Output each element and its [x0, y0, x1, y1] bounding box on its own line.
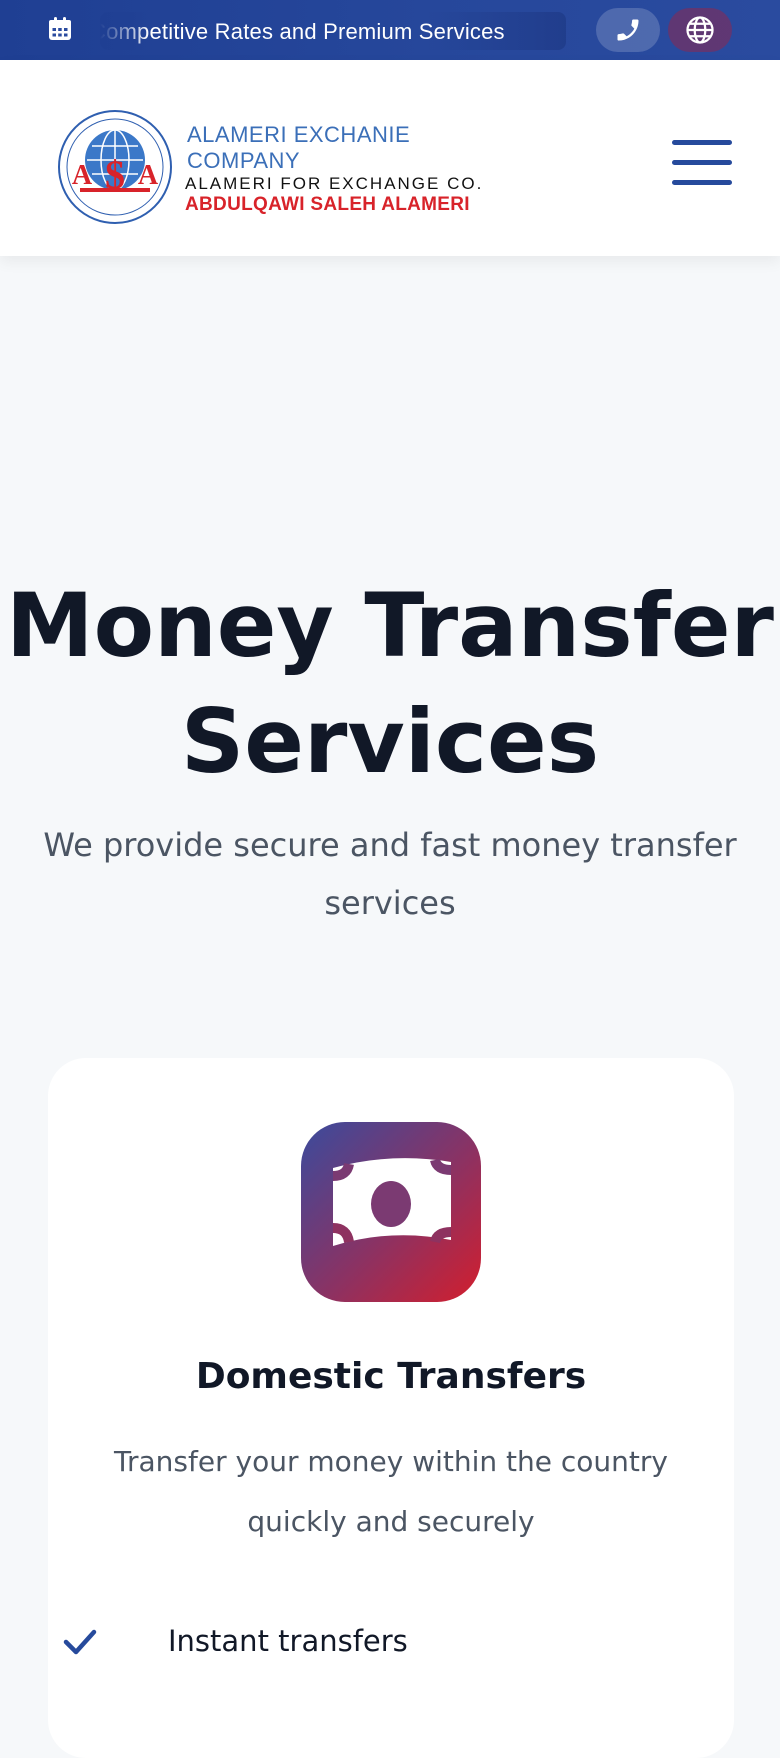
check-icon — [63, 1629, 97, 1655]
page-title: Money Transfer Services — [6, 574, 774, 793]
hamburger-menu-icon[interactable] — [670, 138, 734, 192]
banknote-icon — [332, 1158, 452, 1246]
phone-icon — [617, 19, 639, 41]
svg-text:A: A — [138, 160, 159, 191]
globe-icon — [686, 16, 714, 44]
logo-name-line3: ALAMERI FOR EXCHANGE CO. — [185, 174, 484, 193]
svg-text:A: A — [72, 160, 93, 191]
logo-name-line2: COMPANY — [187, 148, 301, 173]
banknote-icon-badge — [301, 1122, 481, 1302]
site-header: $ A A ALAMERI EXCHANIE COMPANY ALAMERI F… — [0, 60, 780, 256]
logo-name-line1: ALAMERI EXCHANIE — [187, 122, 411, 147]
feature-item: Instant transfers — [168, 1624, 408, 1658]
service-description: Transfer your money within the country q… — [114, 1445, 668, 1538]
calendar-icon — [49, 17, 71, 40]
company-logo-seal[interactable]: $ A A — [56, 108, 174, 226]
ticker-text: Competitive Rates and Premium Services — [100, 19, 505, 44]
page-subtitle: We provide secure and fast money transfe… — [43, 826, 737, 922]
logo-name-line4: ABDULQAWI SALEH ALAMERI — [185, 194, 470, 215]
ticker-fade — [100, 12, 150, 50]
phone-button[interactable] — [596, 8, 660, 52]
top-bar: Competitive Rates and Premium Services — [0, 0, 780, 60]
service-title: Domestic Transfers — [195, 1356, 587, 1397]
language-button[interactable] — [668, 8, 732, 52]
announcement-ticker: Competitive Rates and Premium Services — [100, 12, 566, 50]
